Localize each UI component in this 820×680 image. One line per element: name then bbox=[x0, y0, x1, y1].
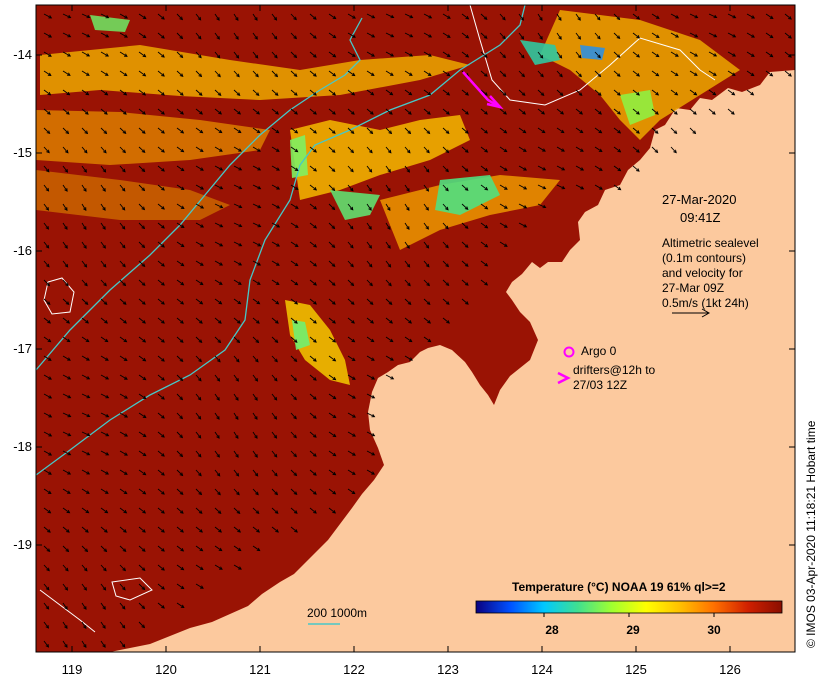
lon-label-124: 124 bbox=[531, 662, 553, 677]
lon-label-119: 119 bbox=[61, 662, 83, 677]
colorbar-tick-30: 30 bbox=[707, 623, 721, 637]
lat-label-18: -18 bbox=[13, 439, 32, 454]
lon-label-123: 123 bbox=[437, 662, 459, 677]
colorbar-tick-28: 28 bbox=[545, 623, 559, 637]
lon-label-120: 120 bbox=[155, 662, 177, 677]
sealevel-line-2: (0.1m contours) bbox=[662, 251, 747, 265]
drifters-line-1: drifters@12h to bbox=[573, 363, 656, 377]
sealevel-line-3: and velocity for bbox=[662, 266, 743, 280]
bathymetry-contour-label: 200 1000m bbox=[307, 606, 368, 620]
colorbar-title: Temperature (°C) NOAA 19 61% ql>=2 bbox=[512, 580, 726, 594]
plot-area bbox=[36, 5, 795, 652]
lon-label-121: 121 bbox=[249, 662, 271, 677]
sealevel-line-4: 27-Mar 09Z bbox=[662, 281, 725, 295]
colorbar-tick-29: 29 bbox=[626, 623, 640, 637]
sealevel-line-5: 0.5m/s (1kt 24h) bbox=[662, 296, 749, 310]
drifters-line-2: 27/03 12Z bbox=[573, 378, 628, 392]
lat-label-19: -19 bbox=[13, 537, 32, 552]
sst-map-figure: -14 -15 -16 -17 -18 -19 119 120 121 122 … bbox=[0, 0, 820, 680]
annotation-time: 09:41Z bbox=[680, 210, 721, 225]
lon-label-125: 125 bbox=[625, 662, 647, 677]
imos-credit: © IMOS 03-Apr-2020 11:18:21 Hobart time bbox=[804, 420, 818, 648]
colorbar bbox=[475, 600, 783, 614]
lat-label-16: -16 bbox=[13, 243, 32, 258]
green-patch-c bbox=[290, 135, 308, 178]
lat-label-15: -15 bbox=[13, 145, 32, 160]
argo-label: Argo 0 bbox=[581, 344, 617, 358]
sealevel-line-1: Altimetric sealevel bbox=[662, 236, 759, 250]
lon-label-126: 126 bbox=[719, 662, 741, 677]
lat-label-17: -17 bbox=[13, 341, 32, 356]
annotation-date: 27-Mar-2020 bbox=[662, 192, 737, 207]
map-canvas bbox=[35, 4, 796, 653]
lat-label-14: -14 bbox=[13, 47, 32, 62]
lon-label-122: 122 bbox=[343, 662, 365, 677]
